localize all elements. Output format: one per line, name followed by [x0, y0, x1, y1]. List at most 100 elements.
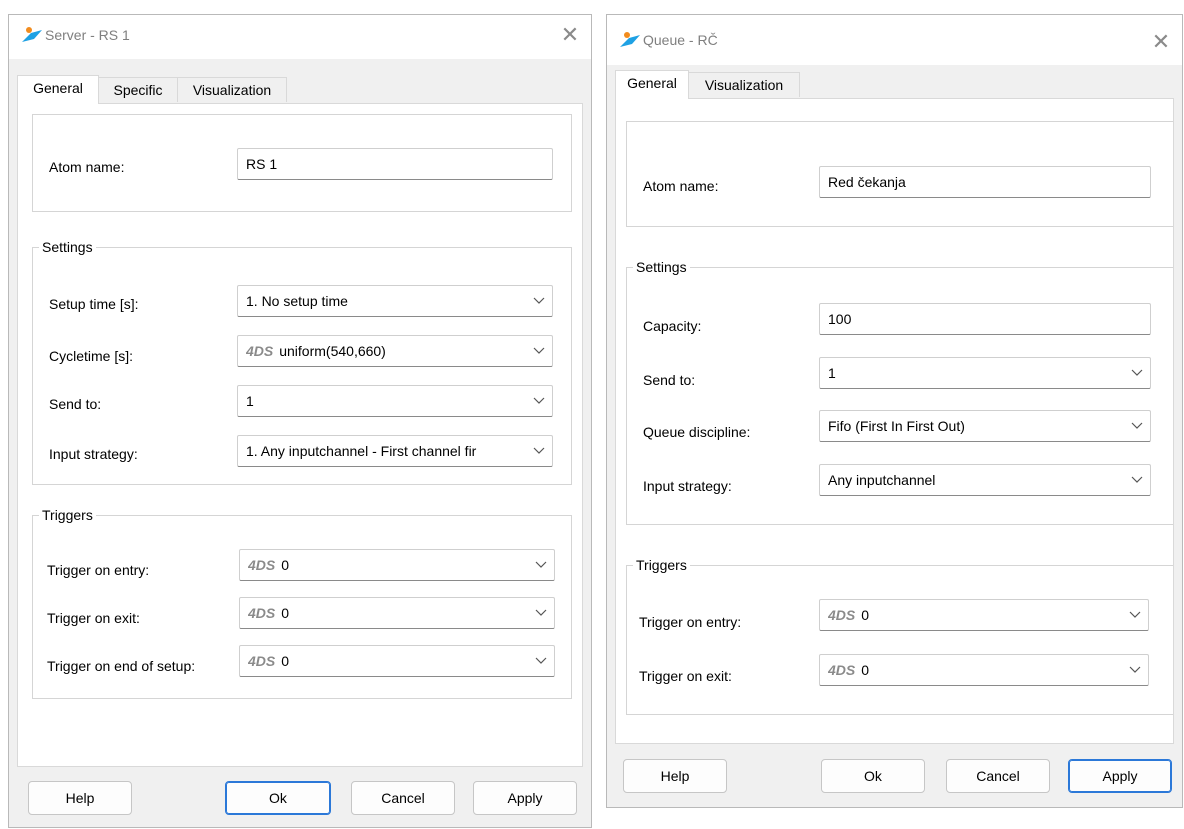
server-dialog: Server - RS 1 ✕ General Specific Visuali… [8, 14, 592, 828]
atom-name-label: Atom name: [49, 159, 125, 175]
cycletime-select[interactable]: 4DS uniform(540,660) [237, 335, 553, 367]
cancel-button[interactable]: Cancel [946, 759, 1050, 793]
input-strategy-value: 1. Any inputchannel - First channel fir [246, 443, 477, 459]
trigger-exit-value: 0 [281, 605, 290, 621]
chevron-down-icon [1131, 422, 1143, 429]
tab-general[interactable]: General [615, 70, 689, 99]
atom-name-value: RS 1 [246, 156, 278, 172]
tab-specific[interactable]: Specific [98, 77, 178, 102]
cancel-button[interactable]: Cancel [351, 781, 455, 815]
trigger-entry-label: Trigger on entry: [639, 614, 742, 630]
tab-visualization[interactable]: Visualization [688, 72, 800, 97]
ok-button[interactable]: Ok [225, 781, 331, 815]
triggers-group: Triggers Trigger on entry: 4DS 0 Trigger … [626, 557, 1173, 715]
setup-time-value: 1. No setup time [246, 293, 348, 309]
trigger-exit-label: Trigger on exit: [47, 610, 140, 626]
cycletime-label: Cycletime [s]: [49, 348, 134, 364]
capacity-value: 100 [828, 311, 852, 327]
apply-button[interactable]: Apply [473, 781, 577, 815]
settings-group: Settings Setup time [s]: 1. No setup tim… [32, 239, 572, 485]
app-logo-icon [22, 27, 42, 42]
queue-discipline-select[interactable]: Fifo (First In First Out) [819, 410, 1151, 442]
atom-name-value: Red čekanja [828, 174, 906, 190]
triggers-title: Triggers [39, 507, 96, 523]
settings-title: Settings [633, 259, 690, 275]
trigger-entry-select[interactable]: 4DS 0 [819, 599, 1149, 631]
input-strategy-label: Input strategy: [643, 478, 732, 494]
settings-title: Settings [39, 239, 96, 255]
4ds-prefix: 4DS [248, 653, 276, 669]
send-to-value: 1 [246, 393, 254, 409]
general-tab-page: Atom name: Red čekanja Settings Capacity… [615, 98, 1174, 744]
4ds-prefix: 4DS [248, 605, 276, 621]
general-tab-page: Atom name: RS 1 Settings Setup time [s]:… [17, 103, 583, 767]
apply-button[interactable]: Apply [1068, 759, 1172, 793]
send-to-select[interactable]: 1 [237, 385, 553, 417]
queue-discipline-value: Fifo (First In First Out) [828, 418, 965, 434]
ok-button[interactable]: Ok [821, 759, 925, 793]
chevron-down-icon [535, 561, 547, 568]
triggers-group: Triggers Trigger on entry: 4DS 0 Trigger … [32, 507, 572, 699]
chevron-down-icon [533, 297, 545, 304]
send-to-label: Send to: [49, 396, 102, 412]
tab-visualization[interactable]: Visualization [177, 77, 287, 102]
trigger-exit-select[interactable]: 4DS 0 [239, 597, 555, 629]
help-button[interactable]: Help [623, 759, 727, 793]
trigger-entry-value: 0 [281, 557, 290, 573]
chevron-down-icon [1131, 369, 1143, 376]
chevron-down-icon [533, 347, 545, 354]
send-to-label: Send to: [643, 372, 696, 388]
trigger-entry-value: 0 [861, 607, 870, 623]
queue-titlebar[interactable]: Queue - RČ ✕ [607, 15, 1182, 65]
triggers-title: Triggers [633, 557, 690, 573]
trigger-entry-select[interactable]: 4DS 0 [239, 549, 555, 581]
trigger-end-of-setup-select[interactable]: 4DS 0 [239, 645, 555, 677]
4ds-prefix: 4DS [828, 607, 856, 623]
atom-name-group: Atom name: Red čekanja [626, 121, 1173, 227]
window-title: Server - RS 1 [45, 27, 130, 43]
send-to-value: 1 [828, 365, 836, 381]
app-logo-icon [620, 32, 640, 47]
atom-name-label: Atom name: [643, 178, 719, 194]
trigger-exit-select[interactable]: 4DS 0 [819, 654, 1149, 686]
chevron-down-icon [535, 657, 547, 664]
4ds-prefix: 4DS [828, 662, 856, 678]
trigger-end-of-setup-value: 0 [281, 653, 290, 669]
atom-name-input[interactable]: RS 1 [237, 148, 553, 180]
4ds-prefix: 4DS [246, 343, 274, 359]
input-strategy-value: Any inputchannel [828, 472, 936, 488]
window-title: Queue - RČ [643, 32, 718, 48]
4ds-prefix: 4DS [248, 557, 276, 573]
trigger-exit-value: 0 [861, 662, 870, 678]
server-tabstrip: General Specific Visualization [17, 75, 583, 104]
chevron-down-icon [1131, 476, 1143, 483]
chevron-down-icon [535, 609, 547, 616]
input-strategy-select[interactable]: Any inputchannel [819, 464, 1151, 496]
cycletime-value: uniform(540,660) [279, 343, 386, 359]
setup-time-label: Setup time [s]: [49, 296, 139, 312]
send-to-select[interactable]: 1 [819, 357, 1151, 389]
help-button[interactable]: Help [28, 781, 132, 815]
trigger-end-of-setup-label: Trigger on end of setup: [47, 658, 196, 674]
trigger-entry-label: Trigger on entry: [47, 562, 150, 578]
input-strategy-label: Input strategy: [49, 446, 138, 462]
close-icon[interactable]: ✕ [1150, 31, 1172, 54]
queue-dialog: Queue - RČ ✕ General Visualization Atom … [606, 14, 1183, 808]
queue-tabstrip: General Visualization [615, 70, 1174, 99]
setup-time-select[interactable]: 1. No setup time [237, 285, 553, 317]
chevron-down-icon [533, 447, 545, 454]
chevron-down-icon [533, 397, 545, 404]
capacity-label: Capacity: [643, 318, 702, 334]
trigger-exit-label: Trigger on exit: [639, 668, 732, 684]
capacity-input[interactable]: 100 [819, 303, 1151, 335]
input-strategy-select[interactable]: 1. Any inputchannel - First channel fir [237, 435, 553, 467]
tab-general[interactable]: General [17, 75, 99, 104]
atom-name-input[interactable]: Red čekanja [819, 166, 1151, 198]
queue-discipline-label: Queue discipline: [643, 424, 751, 440]
chevron-down-icon [1129, 666, 1141, 673]
chevron-down-icon [1129, 611, 1141, 618]
settings-group: Settings Capacity: 100 Send to: 1 Queue … [626, 259, 1173, 525]
server-titlebar[interactable]: Server - RS 1 ✕ [9, 15, 591, 59]
atom-name-group: Atom name: RS 1 [32, 114, 572, 212]
close-icon[interactable]: ✕ [559, 24, 581, 47]
